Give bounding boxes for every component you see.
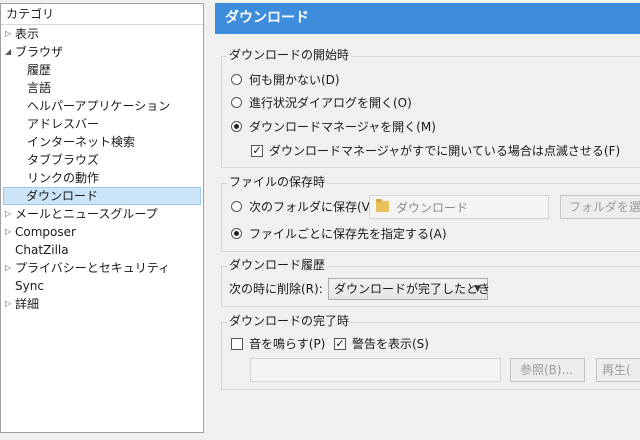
tree-item-label: アドレスバー bbox=[27, 117, 100, 131]
tree-item-label: ヘルパーアプリケーション bbox=[27, 99, 171, 113]
select-value: ダウンロードが完了したとき bbox=[334, 282, 491, 296]
expand-twisty-icon[interactable]: ▷ bbox=[5, 25, 13, 43]
tree-item-label: Sync bbox=[15, 279, 44, 293]
checkbox[interactable]: ✓ bbox=[334, 338, 346, 350]
tree-item-downloads[interactable]: ダウンロード bbox=[3, 187, 201, 205]
tree-item-address-bar[interactable]: アドレスバー bbox=[1, 115, 203, 133]
checkbox-label: 音を鳴らす(P) bbox=[249, 337, 326, 351]
group-caption: ダウンロードの完了時 bbox=[227, 314, 352, 328]
replay-sound-button[interactable]: 再生( bbox=[596, 358, 640, 382]
history-remove-label: 次の時に削除(R): bbox=[229, 282, 323, 296]
expand-twisty-icon[interactable]: ▷ bbox=[5, 205, 13, 223]
tree-item-label: リンクの動作 bbox=[27, 171, 100, 185]
flash-manager-checkbox-row[interactable]: ✓ ダウンロードマネージャがすでに開いている場合は点滅させる(F) bbox=[251, 143, 620, 159]
show-alert-checkbox-row[interactable]: ✓ 警告を表示(S) bbox=[334, 336, 429, 352]
tree-item-label: 履歴 bbox=[27, 63, 52, 77]
tree-item-label: プライバシーとセキュリティ bbox=[15, 261, 171, 275]
category-header: カテゴリ bbox=[1, 4, 203, 25]
play-sound-checkbox-row[interactable]: 音を鳴らす(P) bbox=[231, 336, 325, 352]
group-caption: ダウンロードの開始時 bbox=[227, 48, 352, 62]
radio-button[interactable] bbox=[231, 121, 242, 132]
radio-button[interactable] bbox=[231, 74, 242, 85]
sound-file-field[interactable] bbox=[250, 358, 501, 382]
radio-button[interactable] bbox=[231, 228, 242, 239]
history-remove-select[interactable]: ダウンロードが完了したとき ▼ bbox=[328, 278, 491, 300]
tree-item-composer[interactable]: ▷ Composer bbox=[1, 223, 203, 241]
tree-item-label: 表示 bbox=[15, 27, 40, 41]
collapse-twisty-icon[interactable]: ◢ bbox=[5, 43, 13, 61]
tree-item-link-behavior[interactable]: リンクの動作 bbox=[1, 169, 203, 187]
radio-open-manager[interactable]: ダウンロードマネージャを開く(M) bbox=[231, 119, 436, 135]
expand-twisty-icon[interactable]: ▷ bbox=[5, 223, 13, 241]
folder-field-value: ダウンロード bbox=[396, 201, 469, 215]
tree-item-privacy-security[interactable]: ▷ プライバシーとセキュリティ bbox=[1, 259, 203, 277]
radio-label: ファイルごとに保存先を指定する(A) bbox=[249, 227, 447, 241]
download-folder-field[interactable]: ダウンロード bbox=[369, 195, 549, 219]
tree-item-internet-search[interactable]: インターネット検索 bbox=[1, 133, 203, 151]
tree-item-display[interactable]: ▷ 表示 bbox=[1, 25, 203, 43]
radio-button[interactable] bbox=[231, 97, 242, 108]
expand-twisty-icon[interactable]: ▷ bbox=[5, 295, 13, 313]
radio-label: ダウンロードマネージャを開く(M) bbox=[249, 120, 436, 134]
expand-twisty-icon[interactable]: ▷ bbox=[5, 259, 13, 277]
tree-item-label: ダウンロード bbox=[26, 189, 99, 203]
radio-button[interactable] bbox=[231, 201, 242, 212]
tree-item-label: メールとニュースグループ bbox=[15, 207, 158, 221]
radio-label: 何も開かない(D) bbox=[249, 73, 340, 87]
group-caption: ファイルの保存時 bbox=[227, 175, 328, 189]
radio-ask-each-file[interactable]: ファイルごとに保存先を指定する(A) bbox=[231, 226, 447, 242]
tree-item-label: 詳細 bbox=[15, 297, 40, 311]
tree-item-browser[interactable]: ◢ ブラウザ bbox=[1, 43, 203, 61]
tree-item-chatzilla[interactable]: ChatZilla bbox=[1, 241, 203, 259]
pane-title: ダウンロード bbox=[215, 3, 640, 34]
tree-item-history[interactable]: 履歴 bbox=[1, 61, 203, 79]
folder-icon bbox=[376, 199, 389, 212]
checkbox-label: 警告を表示(S) bbox=[352, 337, 429, 351]
chevron-down-icon: ▼ bbox=[474, 284, 481, 294]
tree-item-label: インターネット検索 bbox=[27, 135, 136, 149]
browse-sound-button[interactable]: 参照(B)... bbox=[510, 358, 585, 382]
tree-item-sync[interactable]: Sync bbox=[1, 277, 203, 295]
radio-open-nothing[interactable]: 何も開かない(D) bbox=[231, 72, 340, 88]
checkbox[interactable] bbox=[231, 338, 243, 350]
radio-label: 進行状況ダイアログを開く(O) bbox=[249, 96, 412, 110]
tree-item-helper-apps[interactable]: ヘルパーアプリケーション bbox=[1, 97, 203, 115]
radio-save-to-folder[interactable]: 次のフォルダに保存(V) bbox=[231, 199, 375, 215]
tree-item-label: Composer bbox=[15, 225, 76, 239]
checkbox-label: ダウンロードマネージャがすでに開いている場合は点滅させる(F) bbox=[269, 144, 621, 158]
checkbox[interactable]: ✓ bbox=[251, 145, 263, 157]
tree-item-tabbed-browsing[interactable]: タブブラウズ bbox=[1, 151, 203, 169]
choose-folder-button[interactable]: フォルダを選択( bbox=[560, 195, 640, 219]
radio-open-progress[interactable]: 進行状況ダイアログを開く(O) bbox=[231, 95, 412, 111]
tree-item-languages[interactable]: 言語 bbox=[1, 79, 203, 97]
tree-item-advanced[interactable]: ▷ 詳細 bbox=[1, 295, 203, 313]
tree-item-label: ChatZilla bbox=[15, 243, 69, 257]
tree-item-label: ブラウザ bbox=[15, 45, 64, 59]
radio-label: 次のフォルダに保存(V) bbox=[249, 200, 375, 214]
group-caption: ダウンロード履歴 bbox=[227, 258, 328, 272]
tree-item-mail-news[interactable]: ▷ メールとニュースグループ bbox=[1, 205, 203, 223]
tree-item-label: タブブラウズ bbox=[27, 153, 100, 167]
category-tree[interactable]: カテゴリ ▷ 表示 ◢ ブラウザ 履歴 言語 ヘルパーアプリケーション アドレス… bbox=[0, 3, 204, 433]
tree-item-label: 言語 bbox=[27, 81, 52, 95]
